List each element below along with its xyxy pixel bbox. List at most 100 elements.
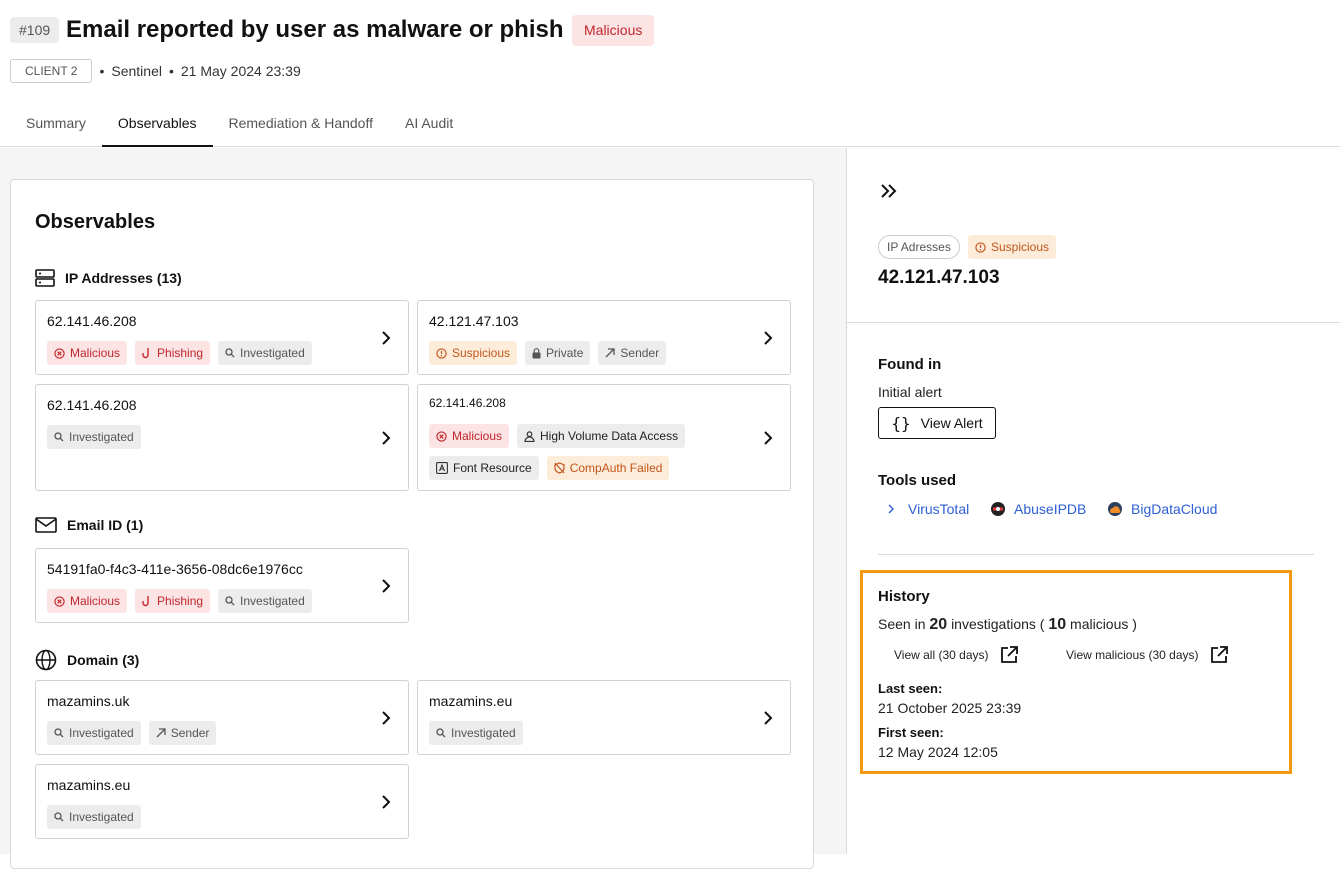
chevron-right-icon [382,795,391,809]
ip-section-heading: IP Addresses (13) [35,269,182,287]
tag-row: Investigated [47,425,141,449]
font-resource-tag: Font Resource [429,456,539,480]
investigated-tag: Investigated [47,425,141,449]
verdict-badge: Malicious [572,15,655,46]
chevron-right-icon [382,711,391,725]
investigated-tag: Investigated [47,805,141,829]
observable-value: mazamins.eu [429,693,513,709]
tab-ai-audit[interactable]: AI Audit [389,101,469,147]
x-circle-icon [436,430,447,442]
observable-value: mazamins.uk [47,693,130,709]
divider [878,554,1314,555]
observable-value: 62.141.46.208 [47,397,137,413]
client-tag: CLIENT 2 [10,59,93,83]
search-icon [54,432,64,442]
observable-item-domain[interactable]: mazamins.eu Investigated [35,764,409,839]
malicious-tag: Malicious [47,589,128,613]
incident-header: #109 Email reported by user as malware o… [0,0,1340,147]
external-link-icon [1000,646,1018,663]
tool-link-virustotal[interactable]: VirusTotal [884,501,969,517]
investigated-tag: Investigated [218,341,312,365]
view-all-history-link[interactable]: View all (30 days) [894,645,1019,665]
font-icon [436,462,448,474]
arrow-up-right-icon [156,728,166,738]
separator-dot: • [168,63,174,79]
search-icon [225,596,235,606]
observable-value: 62.141.46.208 [47,313,137,329]
tab-observables[interactable]: Observables [101,101,213,147]
search-icon [436,728,446,738]
shield-off-icon [554,462,565,474]
tag-row: Malicious Phishing Investigated [47,589,312,613]
high-volume-data-access-tag: High Volume Data Access [517,424,686,448]
search-icon [54,728,64,738]
tag-row: Malicious Phishing Investigated [47,341,312,365]
view-alert-button[interactable]: {} View Alert [878,407,996,439]
tag-row: Malicious High Volume Data Access [429,424,686,448]
observable-item-email[interactable]: 54191fa0-f4c3-411e-3656-08dc6e1976cc Mal… [35,548,409,623]
last-seen-label: Last seen: [878,681,943,696]
tag-row: Investigated [429,721,523,745]
tab-remediation-handoff[interactable]: Remediation & Handoff [213,101,390,147]
tag-row: Investigated Sender [47,721,217,745]
mail-icon [35,517,57,533]
suspicious-tag: Suspicious [429,341,518,365]
search-icon [54,812,64,822]
virustotal-icon [884,501,900,517]
x-circle-icon [54,347,65,359]
email-section-label: Email ID (1) [67,517,144,533]
phishing-tag: Phishing [135,341,211,365]
tab-bar: Summary Observables Remediation & Handof… [10,101,469,147]
last-seen-value: 21 October 2025 23:39 [878,700,1022,716]
history-heading: History [878,588,930,605]
observable-item-ip[interactable]: 42.121.47.103 Suspicious Private Sender [417,300,791,375]
incident-id-tag: #109 [10,17,60,43]
incident-datetime: 21 May 2024 23:39 [180,63,301,79]
found-in-heading: Found in [878,356,942,373]
tools-used-heading: Tools used [878,472,957,489]
external-link-icon [1210,646,1228,663]
sender-tag: Sender [598,341,667,365]
chevron-right-icon [382,431,391,445]
observable-item-ip[interactable]: 62.141.46.208 Malicious High Volume Data… [417,384,791,491]
malicious-tag: Malicious [47,341,128,365]
chevron-right-icon [764,331,773,345]
bigdatacloud-icon [1107,501,1123,517]
globe-icon [35,649,57,671]
first-seen-value: 12 May 2024 12:05 [878,744,998,760]
chevron-right-icon [764,711,773,725]
abuseipdb-icon [990,501,1006,517]
observable-item-ip[interactable]: 62.141.46.208 Malicious Phishing Investi… [35,300,409,375]
observable-value: 42.121.47.103 [429,313,519,329]
observable-item-domain[interactable]: mazamins.uk Investigated Sender [35,680,409,755]
tool-link-abuseipdb[interactable]: AbuseIPDB [990,501,1086,517]
observables-title: Observables [35,211,156,233]
tag-row: Suspicious Private Sender [429,341,667,365]
page-title: Email reported by user as malware or phi… [66,16,564,43]
sender-tag: Sender [148,721,217,745]
observable-value: 54191fa0-f4c3-411e-3656-08dc6e1976cc [47,561,303,577]
observables-card: Observables IP Addresses (13) 62.141.46.… [10,179,814,869]
view-malicious-history-link[interactable]: View malicious (30 days) [1066,645,1229,665]
email-section-heading: Email ID (1) [35,517,143,533]
alert-circle-icon [975,241,986,253]
ip-section-label: IP Addresses (13) [65,270,182,286]
arrow-up-right-icon [605,348,616,358]
x-circle-icon [54,595,65,607]
lock-icon [532,347,541,358]
found-in-value: Initial alert [878,384,942,400]
collapse-panel-icon[interactable] [880,183,898,199]
first-seen-label: First seen: [878,725,944,740]
observable-value: mazamins.eu [47,777,131,793]
separator-dot: • [99,63,105,79]
observable-item-ip[interactable]: 62.141.46.208 Investigated [35,384,409,491]
braces-icon: {} [891,413,911,433]
phishing-tag: Phishing [135,589,211,613]
private-tag: Private [525,341,591,365]
malicious-tag: Malicious [429,424,510,448]
suspicious-badge: Suspicious [968,235,1057,259]
divider [847,322,1340,323]
tool-link-bigdatacloud[interactable]: BigDataCloud [1107,501,1217,517]
observable-item-domain[interactable]: mazamins.eu Investigated [417,680,791,755]
tab-summary[interactable]: Summary [10,101,102,147]
